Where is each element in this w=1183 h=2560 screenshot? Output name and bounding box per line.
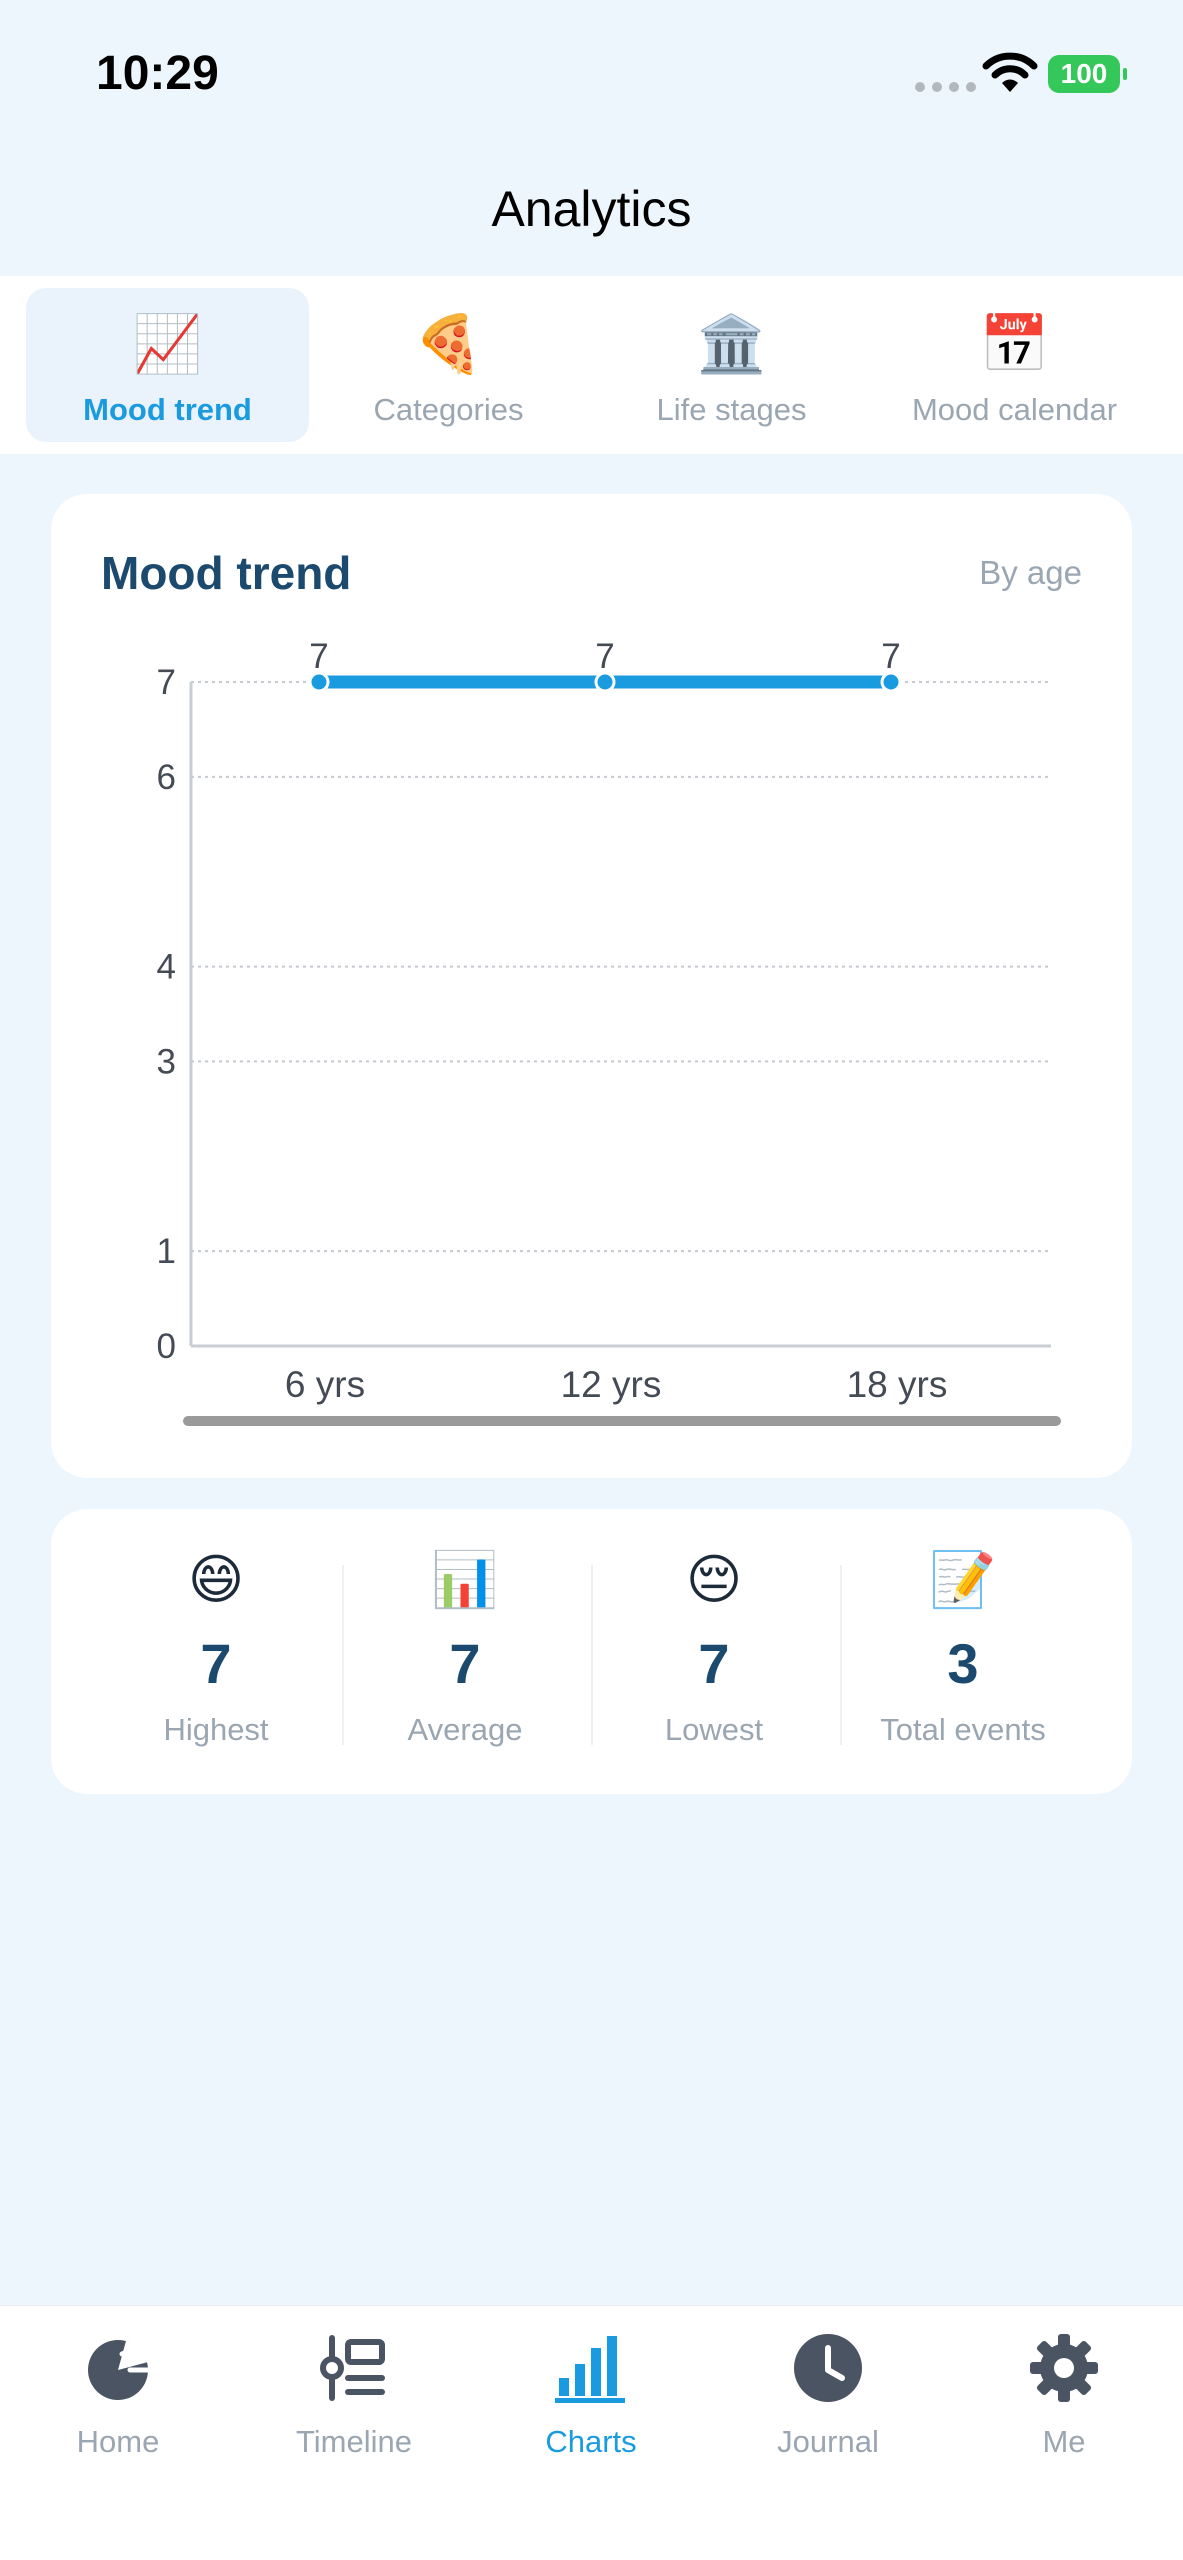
clock-icon	[794, 2334, 862, 2402]
tab-label: Categories	[373, 392, 524, 427]
page-title: Analytics	[491, 181, 692, 237]
grinning-face-icon: 😄	[187, 1550, 245, 1610]
bar-chart-icon	[555, 2336, 625, 2403]
tab-label: Life stages	[656, 392, 807, 427]
x-tick-label: 6 yrs	[285, 1364, 365, 1405]
calendar-icon: 📅	[979, 312, 1050, 375]
wifi-icon	[982, 52, 1038, 92]
cellular-signal-icon	[915, 82, 976, 92]
tab-label: Mood trend	[83, 392, 252, 427]
bottom-nav: Home Timeline Charts Journal Me	[0, 2305, 1183, 2560]
battery-level: 100	[1060, 58, 1108, 89]
tab-label: Mood calendar	[911, 392, 1118, 427]
status-bar: 10:29 100	[0, 0, 1183, 140]
analytics-tab-strip: 📈 Mood trend 🍕 Categories 🏛️ Life stages…	[0, 276, 1183, 454]
nav-charts[interactable]: Charts	[473, 2326, 709, 2466]
pensive-face-icon: 😔	[685, 1550, 743, 1610]
x-tick-label: 12 yrs	[561, 1364, 662, 1405]
stat-value: 7	[449, 1632, 481, 1695]
stat-lowest: 😔 7 Lowest	[590, 1509, 838, 1794]
y-tick-label: 7	[157, 663, 176, 702]
bar-chart-icon: 📊	[431, 1550, 499, 1610]
home-pie-icon	[88, 2340, 151, 2400]
nav-label: Home	[76, 2424, 160, 2459]
x-tick-label: 18 yrs	[847, 1364, 948, 1405]
mood-trend-card: Mood trend By age 0134676 yrs 12 yrs 18 yr…	[51, 494, 1132, 1478]
tab-mood-trend[interactable]: 📈 Mood trend	[26, 288, 309, 442]
stat-label: Lowest	[664, 1712, 764, 1747]
timeline-icon	[320, 2335, 385, 2401]
chart-scrollbar	[183, 1416, 1061, 1426]
nav-journal[interactable]: Journal	[710, 2326, 946, 2466]
stat-value: 7	[698, 1632, 730, 1695]
stat-value: 3	[947, 1632, 979, 1695]
tab-categories[interactable]: 🍕 Categories	[307, 288, 590, 442]
chart-increasing-icon: 📈	[132, 312, 203, 375]
nav-label: Me	[1042, 2424, 1086, 2459]
y-tick-label: 1	[157, 1232, 176, 1271]
stat-value: 7	[200, 1632, 232, 1695]
y-tick-label: 4	[157, 948, 176, 987]
nav-me[interactable]: Me	[946, 2326, 1182, 2466]
memo-icon: 📝	[929, 1550, 997, 1610]
stat-label: Highest	[163, 1712, 269, 1747]
nav-timeline[interactable]: Timeline	[236, 2326, 472, 2466]
data-label: 7	[595, 637, 614, 676]
stat-label: Total events	[880, 1712, 1046, 1747]
y-tick-label: 0	[157, 1327, 176, 1366]
tab-mood-calendar[interactable]: 📅 Mood calendar	[873, 288, 1156, 442]
y-tick-label: 6	[157, 758, 176, 797]
battery-indicator: 100	[1048, 55, 1127, 93]
stat-highest: 😄 7 Highest	[92, 1509, 340, 1794]
gear-icon	[1030, 2334, 1098, 2402]
classical-building-icon: 🏛️	[696, 312, 767, 375]
stat-label: Average	[407, 1712, 523, 1747]
nav-label: Charts	[545, 2424, 637, 2459]
data-label: 7	[881, 637, 900, 676]
stat-average: 📊 7 Average	[341, 1509, 589, 1794]
tab-life-stages[interactable]: 🏛️ Life stages	[590, 288, 873, 442]
mood-trend-chart: 0 1 3 4 6 7 6 yrs 12 yrs 18 yrs 7 7 7	[157, 637, 1061, 1426]
nav-label: Journal	[777, 2424, 879, 2459]
data-label: 7	[309, 637, 328, 676]
nav-label: Timeline	[296, 2424, 412, 2459]
pizza-icon: 🍕	[413, 312, 484, 375]
y-tick-label: 3	[157, 1042, 176, 1081]
nav-home[interactable]: Home	[0, 2326, 236, 2466]
mood-stats-card: 😄 7 Highest 📊 7 Average 😔 7 Lowest 📝 3 T…	[51, 1509, 1132, 1794]
status-time: 10:29	[96, 47, 219, 100]
stat-total-events: 📝 3 Total events	[839, 1509, 1087, 1794]
